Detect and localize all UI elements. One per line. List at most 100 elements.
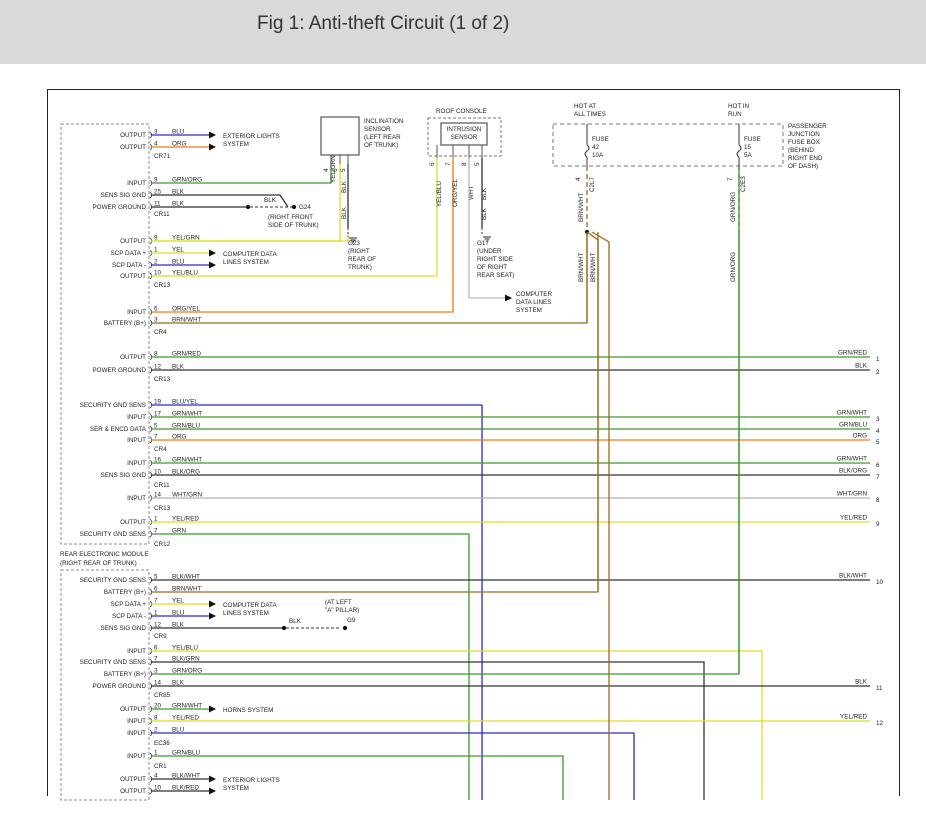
hot-in-label: RUN: [728, 111, 742, 118]
target-system-label: SYSTEM: [223, 141, 249, 148]
intrusion-sensor-label: SENSOR: [451, 134, 478, 141]
connector-label: CR85: [154, 692, 171, 699]
fuse-box-label: JUNCTION: [788, 131, 820, 138]
splice-dot: [281, 625, 287, 631]
module-pin-label: INPUT: [127, 648, 146, 655]
continuation-label: GRN/RED: [838, 350, 867, 357]
reference-number: 12: [876, 720, 884, 727]
wire-color-label: BRN/WHT: [578, 252, 585, 282]
module-pin-label: OUTPUT: [120, 273, 146, 280]
wire-color-label: ORG/YEL: [452, 179, 459, 207]
sensor-pin-number: 5: [474, 162, 481, 166]
module-subtitle: (RIGHT REAR OF TRUNK): [60, 560, 137, 567]
target-system-label: EXTERIOR LIGHTS: [223, 133, 280, 140]
reference-number: 1: [876, 356, 880, 363]
target-system-label: COMPUTER: [516, 291, 552, 298]
arrow-icon: [209, 612, 216, 620]
ground-location: REAR OF: [348, 256, 376, 263]
wire-color-label: BLK: [341, 180, 348, 193]
reference-number: 8: [876, 497, 880, 504]
continuation-label: WHT/GRN: [837, 491, 868, 498]
wire-color-label: YEL/BLU: [436, 181, 443, 207]
module-pin-label: INPUT: [127, 437, 146, 444]
wire-color-label: BRN/WHT: [578, 192, 585, 222]
reference-number: 10: [876, 579, 884, 586]
fuse-box-label: (BEHIND: [788, 147, 814, 154]
connector-label: CR71: [154, 153, 171, 160]
splice-dot: [245, 204, 251, 210]
wire: [586, 231, 599, 592]
inclination-sensor-label: SENSOR: [364, 126, 391, 133]
target-system-label: LINES SYSTEM: [223, 610, 269, 617]
module-pin-label: SCP DATA +: [110, 250, 146, 257]
continuation-label: GRN/WHT: [837, 456, 867, 463]
reference-number: 3: [876, 416, 880, 423]
ground-name: G17: [477, 240, 489, 247]
continuation-label: GRN/BLU: [839, 422, 867, 429]
module-pin-label: OUTPUT: [120, 776, 146, 783]
module-pin-label: SECURITY GND SENS: [80, 531, 146, 538]
continuation-label: BLK: [855, 363, 868, 370]
inclination-sensor-box: [320, 116, 360, 156]
module-pin-label: POWER GROUND: [92, 204, 146, 211]
module-pin-label: OUTPUT: [120, 132, 146, 139]
reference-number: 6: [876, 462, 880, 469]
target-system-label: SYSTEM: [516, 307, 542, 314]
module-pin-label: INPUT: [127, 718, 146, 725]
inclination-sensor-label: OF TRUNK): [364, 142, 398, 149]
connector-label: CR11: [154, 482, 170, 489]
continuation-label: BLK: [855, 679, 868, 686]
fuse-box-label: OF DASH): [788, 163, 818, 170]
module-pin-label: SENS SIG GND: [101, 472, 147, 479]
arrow-icon: [209, 143, 216, 151]
ground-location: SIDE OF TRUNK): [268, 222, 319, 229]
fuse-box-label: FUSE BOX: [788, 139, 821, 146]
target-system-label: SYSTEM: [223, 785, 249, 792]
reference-number: 5: [876, 439, 880, 446]
module-title: REAR ELECTRONIC MODULE: [60, 551, 149, 558]
connector-label: CR1: [154, 763, 167, 770]
module-pin-label: BATTERY (B+): [104, 589, 146, 596]
target-system-label: COMPUTER DATA: [223, 251, 277, 258]
fuse-label: FUSE: [592, 136, 609, 143]
arrow-icon: [505, 294, 512, 302]
inclination-sensor-label: (LEFT REAR: [364, 134, 401, 141]
sensor-pin-number: 8: [461, 162, 468, 166]
arrow-icon: [209, 787, 216, 795]
fuse-label: 5A: [744, 152, 753, 159]
splice-dot: [291, 204, 297, 210]
module-pin-label: SENS SIG GND: [101, 625, 147, 632]
fuse-label: 42: [592, 144, 600, 151]
arrow-icon: [209, 775, 216, 783]
module-pin-label: POWER GROUND: [92, 367, 146, 374]
ground-name: G9: [347, 617, 356, 624]
fuse-label: FUSE: [744, 136, 761, 143]
module-pin-label: SECURITY GND SENS: [80, 402, 146, 409]
reference-number: 4: [876, 428, 880, 435]
reference-number: 11: [876, 685, 883, 692]
module-pin-label: INPUT: [127, 730, 146, 737]
wire-color-label: GRN/ORG: [730, 192, 737, 222]
reference-number: 9: [876, 521, 880, 528]
ground-name: G24: [299, 204, 311, 211]
ground-location: RIGHT SIDE: [477, 256, 513, 263]
roof-console-title: ROOF CONSOLE: [436, 108, 487, 115]
wire: [151, 404, 483, 800]
continuation-label: YEL/RED: [840, 714, 867, 721]
fuse-connector-label: C2L7: [589, 176, 596, 192]
ground-location: "A" PILLAR): [325, 607, 359, 614]
module-pin-label: OUTPUT: [120, 144, 146, 151]
arrow-icon: [209, 249, 216, 257]
module-pin-label: SENS SIG GND: [101, 192, 147, 199]
module-pin-label: OUTPUT: [120, 354, 146, 361]
continuation-label: YEL/RED: [840, 515, 867, 522]
reference-number: 7: [876, 474, 880, 481]
wire-color-label: GRN/ORG: [730, 252, 737, 282]
module-pin-label: BATTERY (B+): [104, 320, 146, 327]
target-system-label: DATA LINES: [516, 299, 551, 306]
module-pin-label: INPUT: [127, 460, 146, 467]
target-system-label: LINES SYSTEM: [223, 259, 269, 266]
fuse-label: 10A: [592, 152, 604, 159]
connector-label: CR4: [154, 446, 167, 453]
sensor-pin-number: 7: [445, 162, 452, 166]
